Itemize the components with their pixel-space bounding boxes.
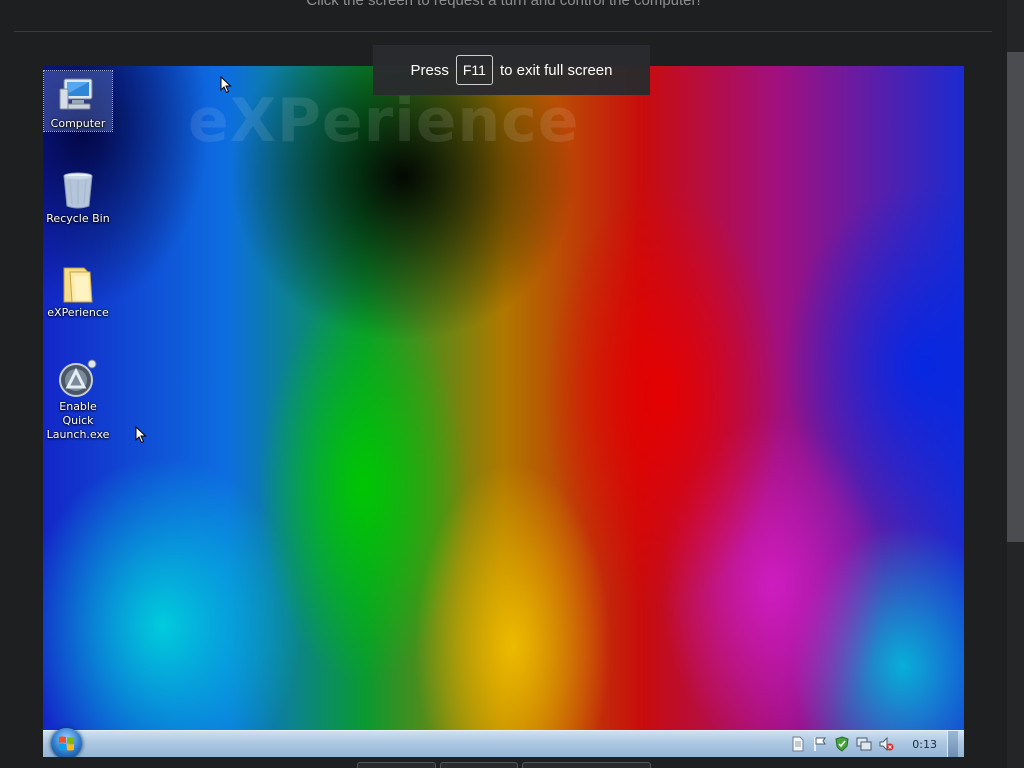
security-icon[interactable] <box>834 736 850 752</box>
desktop-icon-label: Recycle Bin <box>46 212 110 225</box>
page-scrollbar[interactable] <box>1007 0 1024 768</box>
f11-key-badge: F11 <box>455 55 493 85</box>
desktop-icon-computer[interactable]: Computer <box>43 70 113 132</box>
mouse-cursor-icon <box>135 426 147 444</box>
desktop-icon-experience-folder[interactable]: eXPerience <box>44 260 112 320</box>
control-button[interactable] <box>440 762 518 768</box>
desktop-icon-label: Enable Quick Launch.exe <box>46 400 110 441</box>
desktop-icon-label: eXPerience <box>47 306 109 319</box>
remote-screen[interactable]: eXPerience Computer Recycle Bin eXPerien… <box>43 66 964 757</box>
mouse-cursor-icon <box>220 76 232 94</box>
desktop-icon-label: Computer <box>50 117 106 130</box>
control-button[interactable] <box>522 762 651 768</box>
wallpaper-watermark: eXPerience <box>188 86 580 156</box>
recycle-bin-icon <box>58 170 98 210</box>
flag-icon[interactable] <box>812 736 828 752</box>
show-desktop-button[interactable] <box>947 731 958 757</box>
document-icon[interactable] <box>790 736 806 752</box>
computer-icon <box>58 75 98 115</box>
fullscreen-notice-suffix: to exit full screen <box>499 61 613 79</box>
windows-logo-icon <box>59 736 74 751</box>
fullscreen-notice-prefix: Press <box>410 61 449 79</box>
desktop-icon-enable-quick-launch[interactable]: Enable Quick Launch.exe <box>44 354 112 442</box>
control-button[interactable] <box>357 762 436 768</box>
desktop-icon-recycle-bin[interactable]: Recycle Bin <box>44 166 112 226</box>
vnc-viewer-page: Click the screen to request a turn and c… <box>0 0 1024 768</box>
network-icon[interactable] <box>856 736 872 752</box>
folder-icon <box>58 264 98 304</box>
divider <box>14 31 992 32</box>
start-button[interactable] <box>51 728 82 757</box>
instruction-text: Click the screen to request a turn and c… <box>306 0 701 9</box>
scrollbar-thumb[interactable] <box>1007 52 1024 542</box>
taskbar: 0:13 <box>43 728 964 757</box>
desktop-wallpaper[interactable] <box>43 66 964 731</box>
quick-launch-icon <box>58 358 98 398</box>
speaker-muted-icon[interactable] <box>878 736 894 752</box>
system-tray: 0:13 <box>778 731 958 757</box>
taskbar-clock[interactable]: 0:13 <box>912 738 937 751</box>
fullscreen-notice: Press F11 to exit full screen <box>373 45 650 95</box>
